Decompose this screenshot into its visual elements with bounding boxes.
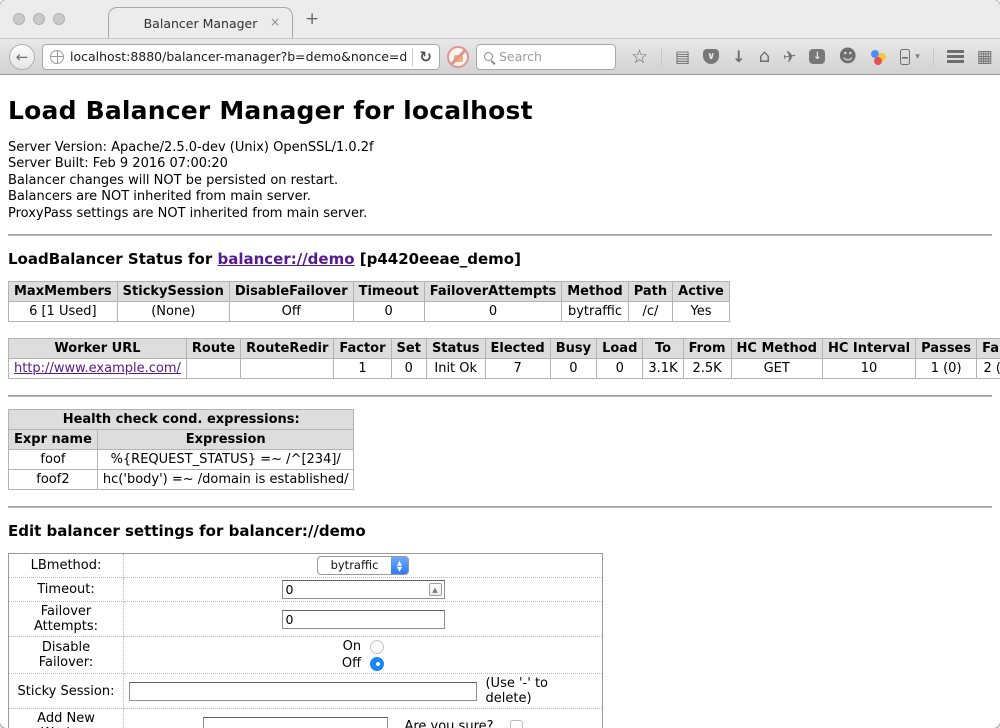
tab-balancer-manager[interactable]: Balancer Manager × [108,7,293,38]
page-content: Load Balancer Manager for localhost Serv… [0,75,1000,728]
downloads-icon[interactable]: ↓ [732,49,745,65]
radio-off-label: Off [342,656,361,671]
new-tab-button[interactable]: + [305,9,319,29]
table-row: foof2 hc('body') =~ /domain is establish… [9,470,354,490]
worker-table: Worker URL Route RouteRedir Factor Set S… [8,338,1000,379]
timeout-input[interactable] [282,580,445,599]
save-page-icon[interactable]: ↓ [809,49,825,64]
url-text[interactable]: localhost:8880/balancer-manager?b=demo&n… [70,49,406,64]
timeout-label: Timeout: [9,578,124,602]
divider [8,506,992,508]
url-bar[interactable]: localhost:8880/balancer-manager?b=demo&n… [42,44,440,70]
confirm-label: Are you sure? [404,719,493,728]
titlebar: Balancer Manager × + [0,0,1000,38]
page-title: Load Balancer Manager for localhost [8,75,992,125]
server-version-line: Server Version: Apache/2.5.0-dev (Unix) … [8,140,992,156]
send-tab-icon[interactable]: ✈ [782,48,798,66]
disable-failover-label: Disable Failover: [9,637,124,674]
sticky-session-input[interactable] [129,682,477,701]
chevron-down-icon[interactable]: ▾ [915,49,920,65]
zoom-window-button[interactable] [53,13,65,25]
disable-failover-on-radio[interactable] [370,640,384,654]
sticky-session-row: Sticky Session: (Use '-' to delete) [9,674,603,709]
sticky-session-label: Sticky Session: [9,674,124,709]
persist-note-line: Balancer changes will NOT be persisted o… [8,173,992,189]
health-check-table: Health check cond. expressions: Expr nam… [8,409,354,490]
search-input[interactable] [499,49,608,64]
minimize-window-button[interactable] [33,13,45,25]
radio-on-label: On [342,639,361,654]
tile-grid-icon[interactable]: ▦ [977,47,993,67]
pocket-icon[interactable]: ∨ [703,49,719,64]
lbmethod-select[interactable]: bytraffic ▲▼ [317,556,409,575]
add-worker-row: Add New Worker: Are you sure? [9,709,603,728]
edit-settings-heading: Edit balancer settings for balancer://de… [8,522,992,540]
lbmethod-label: LBmethod: [9,554,124,578]
browser-window: Balancer Manager × + ← localhost:8880/ba… [0,0,1000,728]
battery-extension-icon[interactable] [900,49,910,65]
home-icon[interactable]: ⌂ [759,49,770,65]
content-blocked-icon[interactable] [447,46,469,68]
balancers-note-line: Balancers are NOT inherited from main se… [8,189,992,205]
disable-failover-row: Disable Failover: On Off [9,637,603,674]
close-window-button[interactable] [13,13,25,25]
tab-close-icon[interactable]: × [270,16,280,28]
select-stepper-icon: ▲▼ [391,557,408,574]
toolbar-divider [933,48,934,66]
bookmarks-clipboard-icon[interactable]: ▤ [675,49,690,65]
sticky-session-note: (Use '-' to delete) [485,676,597,706]
table-header-row: Expr name Expression [9,430,354,450]
proxypass-note-line: ProxyPass settings are NOT inherited fro… [8,206,992,222]
balancer-demo-link[interactable]: balancer://demo [217,250,354,268]
table-header-row: Worker URL Route RouteRedir Factor Set S… [9,339,1000,359]
table-row: http://www.example.com/ 1 0 Init Ok 7 0 … [9,359,1000,379]
add-worker-input[interactable] [203,717,388,728]
balancer-settings-form: LBmethod: bytraffic ▲▼ Timeout: [8,553,603,728]
extension-colored-dots-icon[interactable] [870,49,887,65]
table-header-row: MaxMembers StickySession DisableFailover… [9,282,730,302]
back-button[interactable]: ← [9,44,35,70]
table-title-row: Health check cond. expressions: [9,410,354,430]
add-worker-label: Add New Worker: [9,709,124,728]
timeout-row: Timeout: ▲ [9,578,603,602]
table-row: 6 [1 Used] (None) Off 0 0 bytraffic /c/ … [9,302,730,322]
search-icon [484,52,493,61]
divider [8,395,992,397]
bookmark-star-icon[interactable]: ☆ [631,49,648,65]
window-controls [13,13,65,25]
divider [8,234,992,236]
reload-icon[interactable]: ↻ [419,48,432,66]
lbmethod-row: LBmethod: bytraffic ▲▼ [9,554,603,578]
table-row: foof %{REQUEST_STATUS} =~ /^[234]/ [9,450,354,470]
worker-url-link[interactable]: http://www.example.com/ [14,361,181,376]
search-bar[interactable] [476,44,616,70]
are-you-sure-checkbox[interactable] [510,720,523,728]
menu-hamburger-icon[interactable] [947,50,964,52]
disable-failover-off-radio[interactable] [370,657,384,671]
failover-attempts-input[interactable] [282,610,445,629]
toolbar-divider [661,48,662,66]
toolbar-icons: ☆ ▤ ∨ ↓ ⌂ ✈ ↓ ☻ ▾ ▦ [631,47,993,67]
tab-title: Balancer Manager [144,16,258,31]
feedback-smiley-icon[interactable]: ☻ [838,49,857,65]
urlbar-divider [412,48,413,66]
navigation-toolbar: ← localhost:8880/balancer-manager?b=demo… [0,38,1000,75]
spinner-icon[interactable]: ▲ [429,583,442,596]
site-identity-globe-icon[interactable] [50,50,64,64]
server-info: Server Version: Apache/2.5.0-dev (Unix) … [8,140,992,222]
loadbalancer-status-heading: LoadBalancer Status for balancer://demo … [8,250,992,268]
server-built-line: Server Built: Feb 9 2016 07:00:20 [8,156,992,172]
failover-attempts-row: Failover Attempts: [9,602,603,637]
balancer-status-table: MaxMembers StickySession DisableFailover… [8,281,730,322]
failover-attempts-label: Failover Attempts: [9,602,124,637]
